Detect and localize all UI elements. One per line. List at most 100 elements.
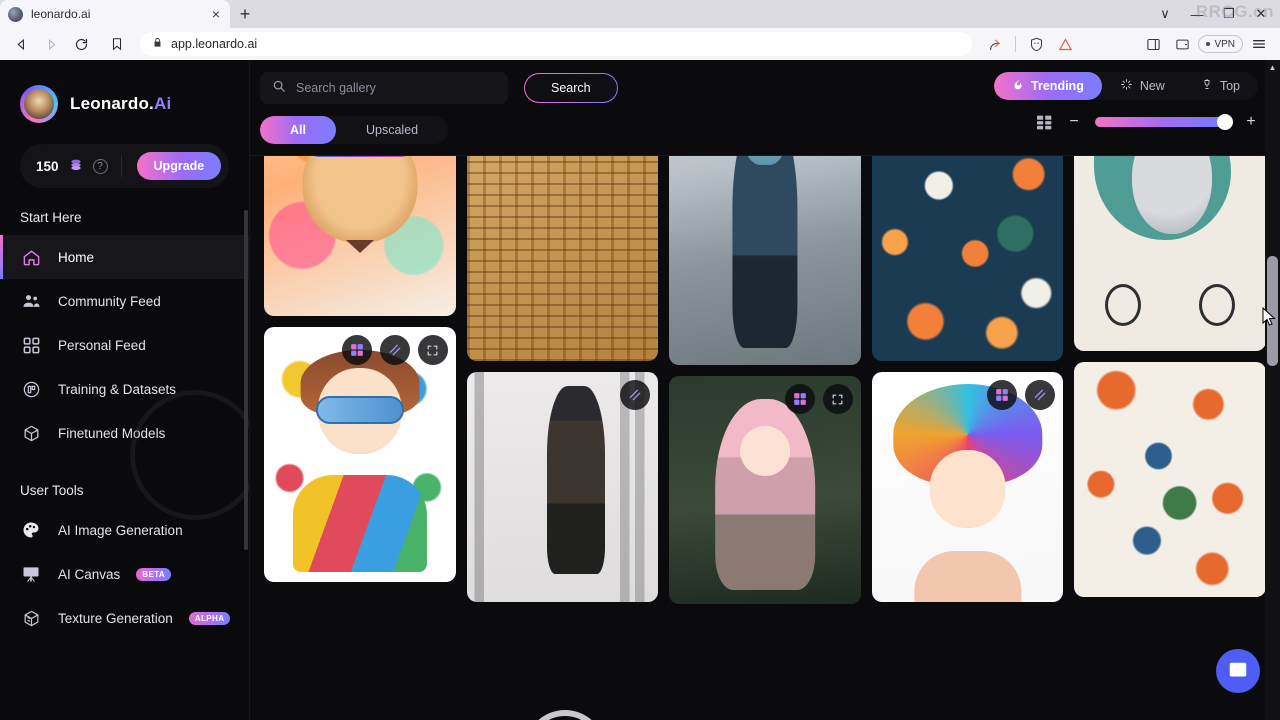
sidebar-item-label: Texture Generation xyxy=(58,610,173,626)
reload-icon[interactable] xyxy=(68,31,94,57)
address-bar[interactable]: app.leonardo.ai xyxy=(140,32,973,56)
nav-section-start-here: Start Here Home Community Feed Personal … xyxy=(0,210,249,455)
chevron-down-icon[interactable]: ∨ xyxy=(1150,0,1180,28)
gallery-card[interactable] xyxy=(1074,362,1266,597)
browser-toolbar-actions: VPN xyxy=(982,31,1272,57)
upscale-icon[interactable] xyxy=(379,335,410,365)
gallery-column xyxy=(871,156,1064,604)
url-text: app.leonardo.ai xyxy=(171,37,258,51)
tab-top[interactable]: Top xyxy=(1183,72,1258,100)
sidebar-item-training-datasets[interactable]: Training & Datasets xyxy=(0,367,249,411)
home-icon xyxy=(20,246,42,268)
gallery-card[interactable] xyxy=(871,372,1064,602)
variations-icon[interactable] xyxy=(784,384,815,414)
brand-header[interactable]: Leonardo.Ai xyxy=(0,78,249,130)
search-button[interactable]: Search xyxy=(524,73,618,103)
wallet-icon[interactable] xyxy=(1169,31,1195,57)
easel-icon xyxy=(20,563,42,585)
token-coin-icon xyxy=(68,157,84,175)
gallery-toolbar: Search All Upscaled Trending xyxy=(250,60,1280,156)
sidebar-item-ai-image-generation[interactable]: AI Image Generation xyxy=(0,508,249,552)
intercom-chat-icon xyxy=(1229,662,1247,681)
trophy-icon xyxy=(1201,78,1213,94)
forward-icon[interactable] xyxy=(38,31,64,57)
gallery-card[interactable] xyxy=(264,156,456,316)
slider-track xyxy=(1095,117,1230,127)
main-content: Search All Upscaled Trending xyxy=(250,60,1280,720)
sidebar-item-label: Finetuned Models xyxy=(58,425,166,441)
training-dataset-icon xyxy=(20,378,42,400)
status-badge: BETA xyxy=(136,567,172,581)
brave-shield-icon[interactable] xyxy=(1023,31,1049,57)
gallery-card[interactable] xyxy=(264,327,456,582)
scrollbar-thumb[interactable] xyxy=(1267,256,1278,366)
new-tab-button[interactable]: + xyxy=(230,0,260,28)
zoom-slider[interactable] xyxy=(1095,114,1233,130)
vpn-button[interactable]: VPN xyxy=(1198,35,1243,53)
sort-tabs: Trending New Top xyxy=(994,72,1258,100)
upgrade-button[interactable]: Upgrade xyxy=(136,152,222,180)
hamburger-menu-icon[interactable] xyxy=(1246,31,1272,57)
grid-squares-icon xyxy=(20,334,42,356)
expand-icon[interactable] xyxy=(822,384,853,414)
browser-tab[interactable]: leonardo.ai × xyxy=(0,0,230,28)
grid-layout-icon[interactable] xyxy=(1036,115,1053,130)
zoom-out-button[interactable]: − xyxy=(1067,114,1081,130)
close-icon[interactable]: × xyxy=(210,7,222,21)
artwork-image xyxy=(669,156,861,365)
intercom-chat-button[interactable] xyxy=(1216,649,1260,693)
gallery-card[interactable] xyxy=(466,372,659,602)
sidebar-item-label: AI Image Generation xyxy=(58,522,183,538)
slider-knob[interactable] xyxy=(1217,114,1233,130)
sidebar-item-label: Community Feed xyxy=(58,293,161,309)
gallery-card[interactable] xyxy=(871,156,1064,361)
upscale-icon[interactable] xyxy=(620,380,651,410)
sidebar-item-community-feed[interactable]: Community Feed xyxy=(0,279,249,323)
sidebar-item-label: Personal Feed xyxy=(58,337,146,353)
share-icon[interactable] xyxy=(982,31,1008,57)
search-input[interactable] xyxy=(296,81,496,95)
flame-icon xyxy=(1012,78,1024,94)
tab-title: leonardo.ai xyxy=(31,7,91,21)
tab-new[interactable]: New xyxy=(1102,72,1183,100)
vpn-status-dot xyxy=(1206,42,1211,46)
cube-icon xyxy=(20,422,42,444)
sidebar-item-texture-generation[interactable]: Texture Generation ALPHA xyxy=(0,596,249,640)
gallery-card[interactable] xyxy=(669,156,861,365)
window-close-button[interactable]: ✕ xyxy=(1246,0,1276,28)
expand-icon[interactable] xyxy=(417,335,448,365)
vpn-label: VPN xyxy=(1214,38,1235,50)
maximize-button[interactable]: ❐ xyxy=(1214,0,1244,28)
credits-help-icon[interactable]: ? xyxy=(92,158,108,174)
app-sidebar: Leonardo.Ai 150 ? Upgrade Start Here Hom… xyxy=(0,60,250,720)
sidebar-item-ai-canvas[interactable]: AI Canvas BETA xyxy=(0,552,249,596)
sidebar-panel-icon[interactable] xyxy=(1140,31,1166,57)
sidebar-item-home[interactable]: Home xyxy=(0,235,249,279)
gallery-card[interactable] xyxy=(466,156,659,361)
nav-heading-start-here: Start Here xyxy=(20,210,82,225)
tab-upscaled[interactable]: Upscaled xyxy=(336,116,448,144)
gallery-card[interactable] xyxy=(1074,156,1266,351)
zoom-in-button[interactable]: + xyxy=(1244,114,1258,130)
tab-all[interactable]: All xyxy=(260,116,336,144)
artwork-image xyxy=(264,156,456,316)
page-scrollbar[interactable]: ▲ xyxy=(1265,60,1280,720)
search-box[interactable] xyxy=(260,72,508,104)
browser-navigation-bar: app.leonardo.ai VPN xyxy=(0,28,1280,60)
texture-cube-icon xyxy=(20,607,42,629)
variations-icon[interactable] xyxy=(341,335,372,365)
people-group-icon xyxy=(20,290,42,312)
bookmark-icon[interactable] xyxy=(104,31,130,57)
sidebar-item-finetuned-models[interactable]: Finetuned Models xyxy=(0,411,249,455)
leo-ai-icon[interactable] xyxy=(1052,31,1078,57)
sidebar-scrollbar[interactable] xyxy=(244,210,248,550)
upscale-icon[interactable] xyxy=(1025,380,1056,410)
window-controls: ∨ — ❐ ✕ xyxy=(1150,0,1280,28)
back-icon[interactable] xyxy=(8,31,34,57)
scroll-up-arrow[interactable]: ▲ xyxy=(1265,60,1280,74)
minimize-button[interactable]: — xyxy=(1182,0,1212,28)
variations-icon[interactable] xyxy=(987,380,1018,410)
sidebar-item-personal-feed[interactable]: Personal Feed xyxy=(0,323,249,367)
tab-trending[interactable]: Trending xyxy=(994,72,1102,100)
gallery-card[interactable] xyxy=(669,376,861,604)
